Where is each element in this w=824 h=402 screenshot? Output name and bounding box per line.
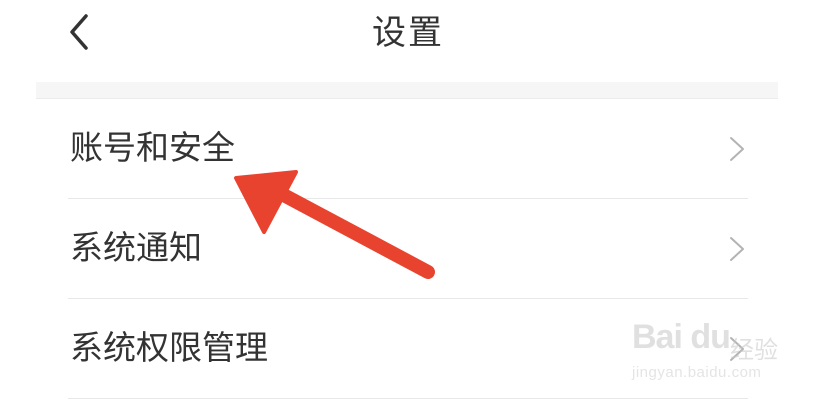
watermark-url: jingyan.baidu.com: [632, 364, 762, 381]
settings-item-account-security[interactable]: 账号和安全: [68, 99, 748, 199]
baidu-watermark: Bai du 经验 jingyan.baidu.com: [632, 316, 792, 396]
watermark-suffix: 经验: [730, 336, 778, 364]
settings-item-label: 系统权限管理: [70, 328, 268, 367]
chevron-right-icon: [730, 237, 744, 261]
chevron-right-icon: [730, 137, 744, 161]
watermark-brand: Bai du: [632, 318, 731, 356]
settings-item-system-notifications[interactable]: 系统通知: [68, 199, 748, 299]
settings-item-label: 账号和安全: [70, 128, 235, 167]
section-divider: [36, 82, 778, 98]
header-bar: 设置: [0, 0, 824, 82]
page-title: 设置: [372, 13, 444, 53]
settings-item-label: 系统通知: [70, 228, 202, 267]
